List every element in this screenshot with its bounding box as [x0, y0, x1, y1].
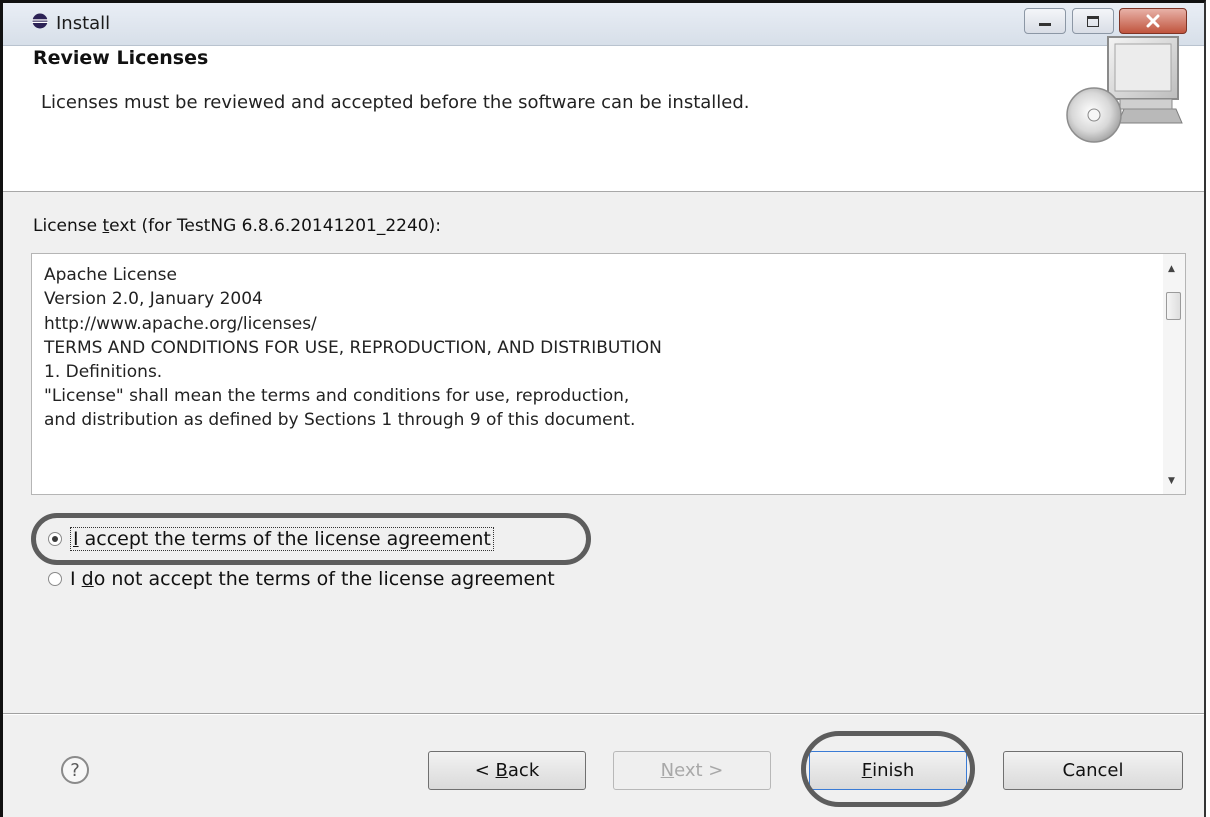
- back-label-prefix: <: [474, 760, 496, 781]
- scroll-down-arrow-icon[interactable]: ▼: [1168, 476, 1175, 486]
- license-line: 1. Definitions.: [44, 362, 163, 382]
- help-glyph: ?: [70, 759, 80, 781]
- cancel-button[interactable]: Cancel: [1003, 751, 1183, 790]
- decline-license-radio[interactable]: I do not accept the terms of the license…: [48, 566, 555, 592]
- next-label-rest: ext >: [674, 760, 724, 781]
- close-icon: [1146, 14, 1160, 28]
- next-mnemonic: N: [660, 760, 675, 781]
- decline-radio-label[interactable]: I do not accept the terms of the license…: [70, 568, 555, 590]
- accept-label-text: accept the terms of the license agreemen…: [78, 528, 491, 550]
- back-mnemonic: B: [495, 760, 508, 781]
- scroll-up-arrow-icon[interactable]: ▲: [1168, 264, 1175, 274]
- license-line: Apache License: [44, 265, 177, 285]
- install-computer-cd-icon: [1066, 36, 1183, 143]
- window-title: Install: [56, 13, 111, 34]
- minimize-icon: [1039, 22, 1051, 26]
- cancel-label: Cancel: [1062, 760, 1124, 781]
- finish-button[interactable]: Finish: [809, 751, 967, 790]
- accept-radio-button[interactable]: [48, 532, 62, 546]
- finish-mnemonic: F: [861, 760, 873, 781]
- install-dialog: Install Review Licenses Licenses must be…: [0, 0, 1206, 817]
- finish-label-rest: inish: [872, 760, 915, 781]
- page-description: Licenses must be reviewed and accepted b…: [41, 92, 750, 113]
- license-text-area[interactable]: Apache License Version 2.0, January 2004…: [31, 253, 1186, 495]
- back-label-rest: ack: [507, 760, 540, 781]
- license-label-rest: ext (for TestNG 6.8.6.20141201_2240):: [109, 216, 441, 236]
- footer-separator: [3, 713, 1204, 715]
- decline-label-text: o not accept the terms of the license ag…: [93, 568, 555, 590]
- license-line: and distribution as defined by Sections …: [44, 410, 636, 430]
- back-button[interactable]: < Back: [428, 751, 586, 790]
- eclipse-icon: [32, 13, 48, 29]
- vertical-scrollbar[interactable]: ▲ ▼: [1163, 254, 1185, 494]
- next-button[interactable]: Next >: [613, 751, 771, 790]
- page-title: Review Licenses: [33, 47, 209, 69]
- license-text-label: License text (for TestNG 6.8.6.20141201_…: [33, 216, 441, 236]
- license-line: "License" shall mean the terms and condi…: [44, 386, 630, 406]
- decline-label-prefix: I: [70, 568, 82, 590]
- help-icon[interactable]: ?: [61, 756, 89, 784]
- license-line: TERMS AND CONDITIONS FOR USE, REPRODUCTI…: [44, 338, 662, 358]
- maximize-icon: [1087, 15, 1099, 27]
- accept-license-radio[interactable]: I accept the terms of the license agreem…: [48, 526, 494, 552]
- scrollbar-thumb[interactable]: [1166, 292, 1181, 320]
- license-label-prefix: License: [33, 216, 103, 236]
- accept-radio-label[interactable]: I accept the terms of the license agreem…: [70, 527, 494, 551]
- decline-mnemonic: d: [81, 568, 94, 590]
- license-line: Version 2.0, January 2004: [44, 289, 263, 309]
- license-line: http://www.apache.org/licenses/: [44, 314, 317, 334]
- decline-radio-button[interactable]: [48, 572, 62, 586]
- title-bar[interactable]: Install: [3, 3, 1204, 46]
